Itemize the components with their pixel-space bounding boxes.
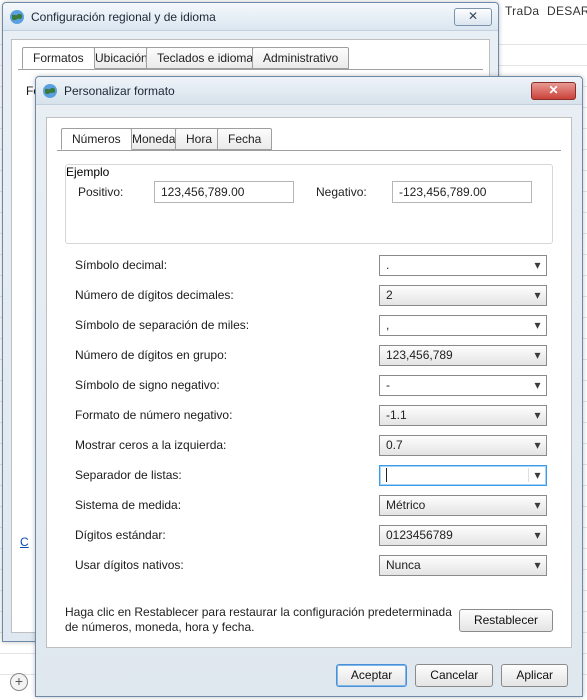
thousands-sep-value: , <box>386 318 529 332</box>
thousands-sep-combo[interactable]: , ▾ <box>379 315 547 336</box>
lead-zeros-value: 0.7 <box>386 438 529 452</box>
chevron-down-icon: ▾ <box>529 438 546 452</box>
lead-zeros-label: Mostrar ceros a la izquierda: <box>75 438 379 452</box>
tab-divider <box>18 69 483 70</box>
native-digits-value: Nunca <box>386 558 529 572</box>
cancel-button[interactable]: Cancelar <box>415 664 493 687</box>
decimal-symbol-combo[interactable]: . ▾ <box>379 255 547 276</box>
list-sep-combo[interactable]: ▾ <box>379 465 547 486</box>
subtab-numeros[interactable]: Números <box>61 128 132 150</box>
neg-symbol-combo[interactable]: - ▾ <box>379 375 547 396</box>
chevron-down-icon: ▾ <box>529 378 546 392</box>
subtab-fecha[interactable]: Fecha <box>217 128 272 150</box>
chevron-down-icon: ▾ <box>529 348 546 362</box>
digits-group-label: Número de dígitos en grupo: <box>75 348 379 362</box>
native-digits-label: Usar dígitos nativos: <box>75 558 379 572</box>
decimal-digits-combo[interactable]: 2 ▾ <box>379 285 547 306</box>
list-sep-value <box>386 468 529 482</box>
customize-titlebar[interactable]: Personalizar formato ✕ <box>36 77 582 105</box>
measure-value: Métrico <box>386 498 529 512</box>
region-close-button[interactable]: ✕ <box>454 8 492 26</box>
neg-symbol-label: Símbolo de signo negativo: <box>75 378 379 392</box>
reset-button[interactable]: Restablecer <box>459 609 553 632</box>
std-digits-label: Dígitos estándar: <box>75 528 379 542</box>
native-digits-combo[interactable]: Nunca ▾ <box>379 555 547 576</box>
text-caret <box>386 468 387 482</box>
subtab-divider <box>57 150 561 151</box>
reset-description: Haga clic en Restablecer para restaurar … <box>65 605 459 635</box>
example-positive-value: 123,456,789.00 <box>154 181 294 203</box>
std-digits-combo[interactable]: 0123456789 ▾ <box>379 525 547 546</box>
tab-administrativo[interactable]: Administrativo <box>252 47 349 69</box>
globe-icon <box>42 83 58 99</box>
example-positive-label: Positivo: <box>78 185 154 199</box>
region-titlebar[interactable]: Configuración regional y de idioma ✕ <box>3 3 498 31</box>
subtab-hora[interactable]: Hora <box>175 128 223 150</box>
dialog-footer: Aceptar Cancelar Aplicar <box>36 654 582 696</box>
customize-close-button[interactable]: ✕ <box>531 82 576 100</box>
bg-column-header-2: DESARRO <box>547 4 587 18</box>
example-groupbox: Ejemplo Positivo: 123,456,789.00 Negativ… <box>65 164 553 244</box>
example-negative-value: -123,456,789.00 <box>392 181 532 203</box>
example-negative-label: Negativo: <box>316 185 392 199</box>
chevron-down-icon: ▾ <box>529 528 546 542</box>
digits-group-combo[interactable]: 123,456,789 ▾ <box>379 345 547 366</box>
std-digits-value: 0123456789 <box>386 528 529 542</box>
list-sep-label: Separador de listas: <box>75 468 379 482</box>
decimal-symbol-value: . <box>386 258 529 272</box>
region-window-title: Configuración regional y de idioma <box>31 10 450 24</box>
digits-group-value: 123,456,789 <box>386 348 529 362</box>
decimal-digits-value: 2 <box>386 288 529 302</box>
lead-zeros-combo[interactable]: 0.7 ▾ <box>379 435 547 456</box>
chevron-down-icon: ▾ <box>529 258 546 272</box>
chevron-down-icon: ▾ <box>529 408 546 422</box>
apply-button[interactable]: Aplicar <box>501 664 568 687</box>
neg-format-value: -1.1 <box>386 408 529 422</box>
chevron-down-icon: ▾ <box>529 558 546 572</box>
chevron-down-icon: ▾ <box>529 468 546 482</box>
chevron-down-icon: ▾ <box>529 288 546 302</box>
chevron-down-icon: ▾ <box>529 318 546 332</box>
add-row-button[interactable]: + <box>10 673 28 691</box>
example-legend: Ejemplo <box>66 165 109 179</box>
decimal-symbol-label: Símbolo decimal: <box>75 258 379 272</box>
chevron-down-icon: ▾ <box>529 498 546 512</box>
neg-format-combo[interactable]: -1.1 ▾ <box>379 405 547 426</box>
decimal-digits-label: Número de dígitos decimales: <box>75 288 379 302</box>
bg-column-header-1: TraDa <box>505 4 539 18</box>
thousands-sep-label: Símbolo de separación de miles: <box>75 318 379 332</box>
neg-symbol-value: - <box>386 378 529 392</box>
customize-format-window: Personalizar formato ✕ Números Moneda Ho… <box>35 76 583 697</box>
measure-label: Sistema de medida: <box>75 498 379 512</box>
measure-combo[interactable]: Métrico ▾ <box>379 495 547 516</box>
globe-icon <box>9 9 25 25</box>
ok-button[interactable]: Aceptar <box>336 664 407 687</box>
customize-window-title: Personalizar formato <box>64 84 527 98</box>
tab-formatos[interactable]: Formatos <box>22 47 95 69</box>
customize-panel: Números Moneda Hora Fecha Ejemplo Positi… <box>46 117 572 648</box>
neg-format-label: Formato de número negativo: <box>75 408 379 422</box>
partial-link[interactable]: C <box>20 535 29 549</box>
number-settings-form: Símbolo decimal: . ▾ Número de dígitos d… <box>75 250 547 580</box>
